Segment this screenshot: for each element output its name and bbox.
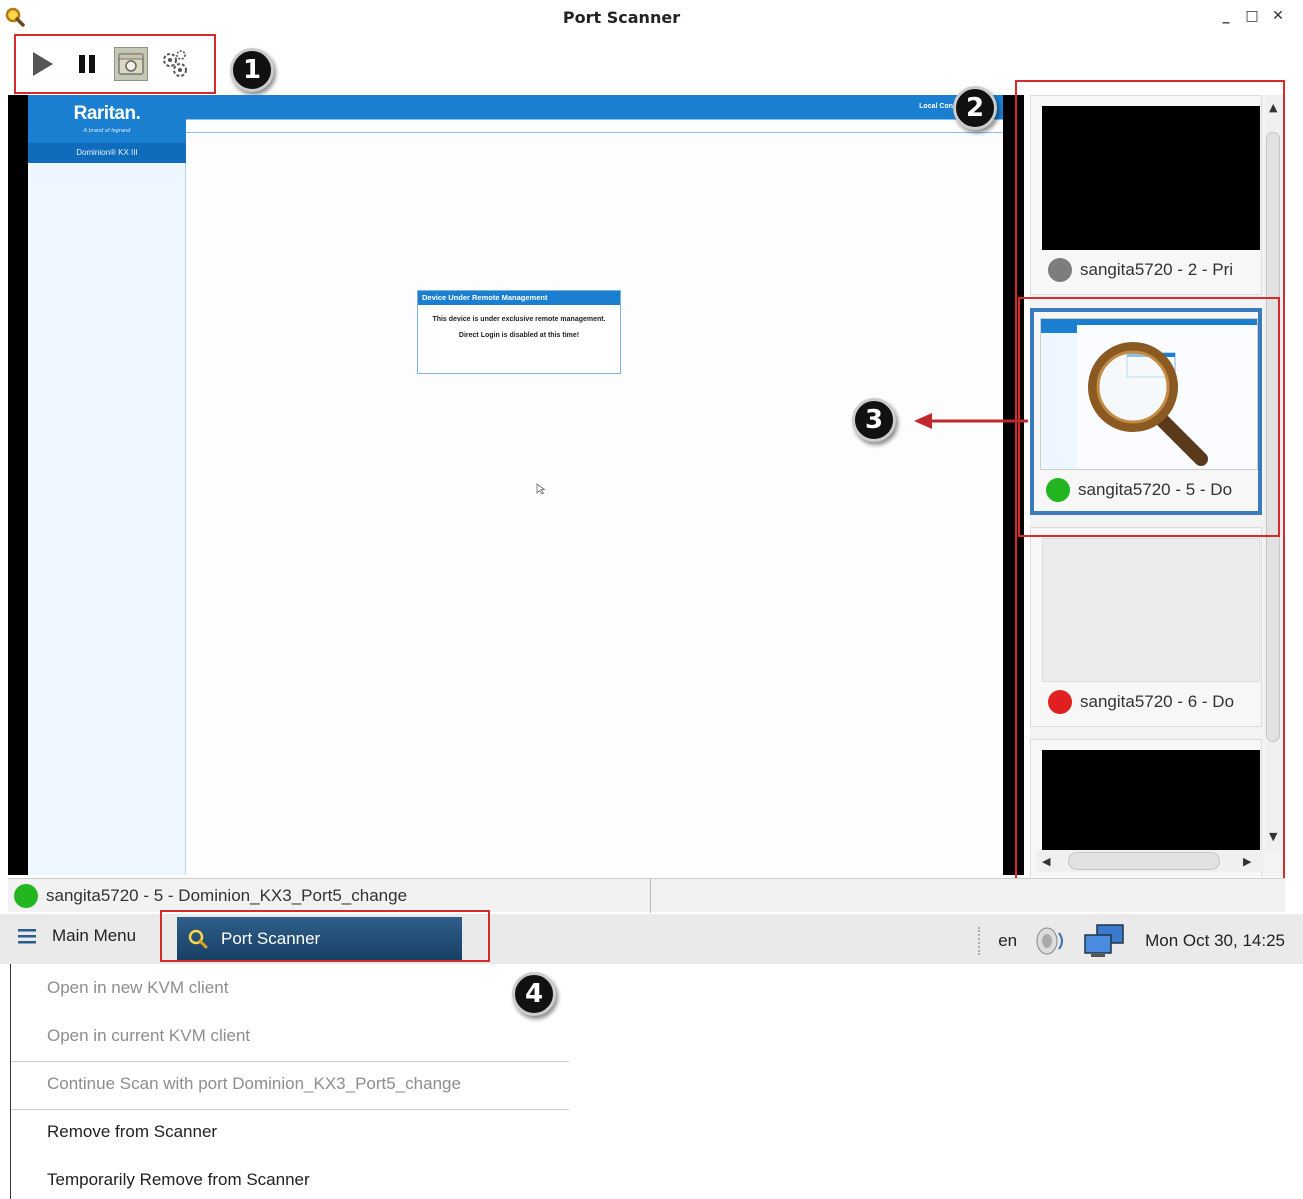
network-icon[interactable] xyxy=(1083,923,1129,959)
taskbar: Main Menu Port Scanner en Mon Oct 30, 14… xyxy=(0,910,1303,964)
volume-icon[interactable] xyxy=(1033,925,1067,957)
pause-scan-button[interactable] xyxy=(70,47,104,81)
title-bar: Port Scanner _ □ ✕ xyxy=(0,0,1303,36)
menu-item-temporarily-remove[interactable]: Temporarily Remove from Scanner xyxy=(47,1170,310,1190)
screenshot-toggle-button[interactable] xyxy=(114,47,148,81)
clock: Mon Oct 30, 14:25 xyxy=(1145,931,1285,950)
status-text: sangita5720 - 5 - Dominion_KX3_Port5_cha… xyxy=(46,886,408,905)
status-current-port: sangita5720 - 5 - Dominion_KX3_Port5_cha… xyxy=(8,879,651,913)
kvm-local-console-label: Local Con xyxy=(919,103,953,110)
status-bar: sangita5720 - 5 - Dominion_KX3_Port5_cha… xyxy=(8,878,1285,913)
kvm-viewer[interactable]: Local Con Raritan. A brand of legrand Do… xyxy=(8,95,1024,875)
menu-item-open-current-kvm[interactable]: Open in current KVM client xyxy=(47,1026,250,1046)
raritan-logo: Raritan. xyxy=(73,103,141,124)
system-tray: en Mon Oct 30, 14:25 xyxy=(978,923,1285,959)
taskbar-button-highlight xyxy=(160,910,490,962)
menu-separator xyxy=(11,1061,569,1062)
menu-item-remove-from-scanner[interactable]: Remove from Scanner xyxy=(47,1122,217,1142)
dialog-title: Device Under Remote Management xyxy=(418,291,620,305)
start-scan-button[interactable] xyxy=(26,47,60,81)
callout-3: 3 xyxy=(852,398,896,442)
dialog-notice: Direct Login is disabled at this time! xyxy=(458,332,580,339)
status-dot-online xyxy=(14,884,38,908)
menu-separator xyxy=(11,1109,569,1110)
dialog-message: This device is under exclusive remote ma… xyxy=(432,316,606,323)
hamburger-menu-icon xyxy=(18,929,36,944)
context-menu: Open in new KVM client Open in current K… xyxy=(10,964,569,1199)
tray-grip xyxy=(978,927,982,955)
raritan-tagline: A brand of legrand xyxy=(83,128,131,134)
main-menu-button[interactable]: Main Menu xyxy=(18,926,136,946)
window-title: Port Scanner xyxy=(562,8,681,27)
window-controls: _ □ ✕ xyxy=(1219,8,1285,24)
kvm-product-name: Dominion® KX III xyxy=(28,143,186,163)
language-indicator[interactable]: en xyxy=(998,931,1017,951)
scanner-toolbar xyxy=(14,34,216,94)
raritan-logo-area: Raritan. A brand of legrand Dominion® KX… xyxy=(28,95,186,163)
selected-thumbnail-highlight xyxy=(1018,297,1280,537)
settings-icon xyxy=(163,50,187,77)
minimize-icon[interactable]: _ xyxy=(1219,8,1233,24)
settings-button[interactable] xyxy=(158,47,192,81)
screenshot-icon xyxy=(118,53,144,75)
menu-item-continue-scan[interactable]: Continue Scan with port Dominion_KX3_Por… xyxy=(47,1074,461,1094)
kvm-breadcrumb-bar xyxy=(186,119,1003,133)
close-icon[interactable]: ✕ xyxy=(1271,8,1285,24)
dialog-body: This device is under exclusive remote ma… xyxy=(418,305,620,340)
remote-management-dialog: Device Under Remote Management This devi… xyxy=(417,290,621,374)
pause-icon xyxy=(79,55,95,73)
callout-2: 2 xyxy=(953,86,997,130)
main-menu-label: Main Menu xyxy=(52,926,137,945)
play-icon xyxy=(33,52,53,76)
callout-1: 1 xyxy=(230,48,274,92)
callout-arrow-icon xyxy=(914,413,1028,429)
kvm-screen: Local Con Raritan. A brand of legrand Do… xyxy=(28,95,1003,875)
kvm-sidebar xyxy=(28,163,186,875)
mouse-cursor-icon xyxy=(536,483,546,495)
menu-item-open-new-kvm[interactable]: Open in new KVM client xyxy=(47,978,228,998)
callout-4: 4 xyxy=(512,972,556,1016)
maximize-icon[interactable]: □ xyxy=(1245,8,1259,24)
port-scanner-window: Port Scanner _ □ ✕ 1 Local Con Raritan. … xyxy=(0,0,1303,1199)
